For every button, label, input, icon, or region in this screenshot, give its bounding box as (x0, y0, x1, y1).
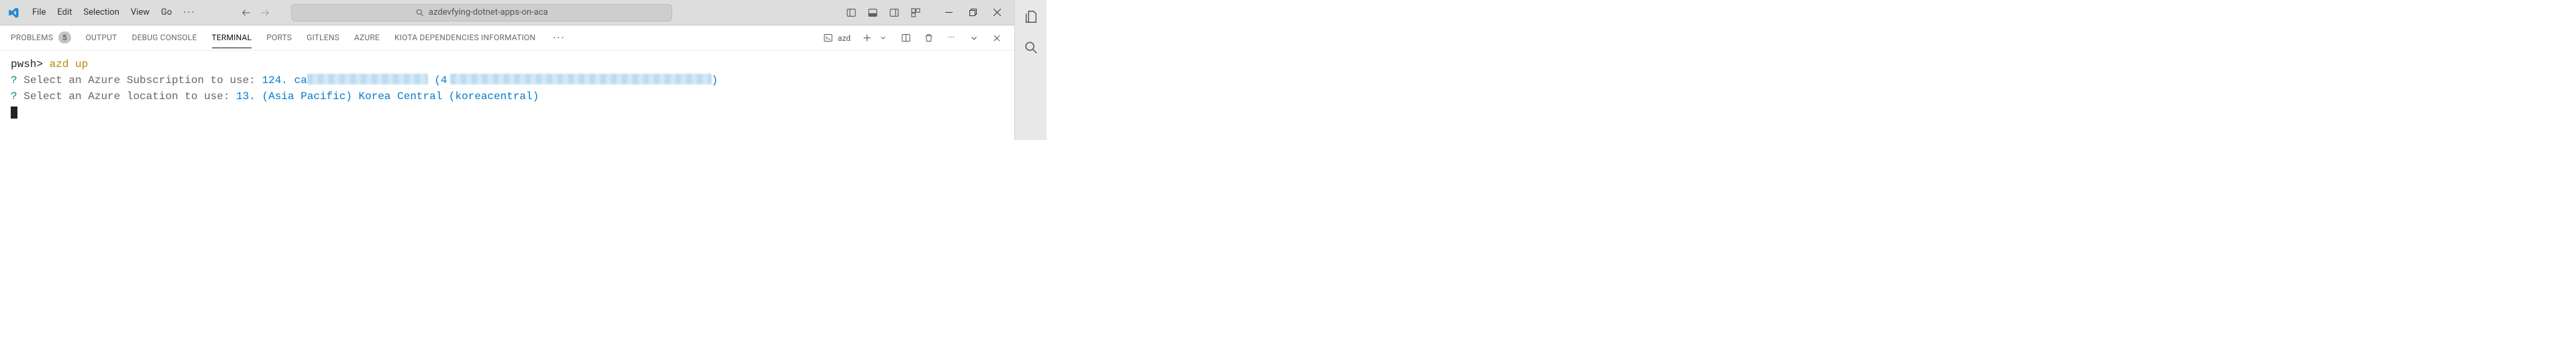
tab-terminal-label: TERMINAL (212, 33, 252, 42)
terminal-shell-selector[interactable]: azd (822, 31, 851, 45)
minimize-icon[interactable] (936, 3, 961, 23)
close-window-icon[interactable] (985, 3, 1009, 23)
location-answer: 13. (Asia Pacific) Korea Central (koreac… (236, 90, 539, 102)
nav-back-icon[interactable] (239, 5, 254, 20)
restore-icon[interactable] (961, 3, 985, 23)
terminal-command: azd up (50, 58, 89, 70)
tab-ports[interactable]: PORTS (266, 27, 292, 48)
tab-azure[interactable]: AZURE (354, 27, 380, 48)
new-terminal-button[interactable] (860, 31, 890, 45)
terminal-shell-label: azd (838, 33, 851, 43)
subscription-answer-prefix: 124. ca (262, 74, 307, 86)
tab-terminal[interactable]: TERMINAL (212, 27, 252, 48)
command-center[interactable]: azdevfying-dotnet-apps-on-aca (291, 4, 672, 21)
tab-problems-label: PROBLEMS (11, 33, 53, 42)
menu-file[interactable]: File (27, 5, 51, 20)
menu-go[interactable]: Go (156, 5, 177, 20)
subscription-id-open: (4 (434, 74, 447, 86)
tab-gitlens-label: GITLENS (307, 33, 339, 42)
tab-kiota-label: KIOTA DEPENDENCIES INFORMATION (394, 33, 535, 42)
menu-bar: File Edit Selection View Go ··· (27, 5, 201, 20)
panel-tabs: PROBLEMS 5 OUTPUT DEBUG CONSOLE TERMINAL… (0, 25, 1014, 51)
layout-panel-icon[interactable] (865, 5, 880, 20)
plus-icon (860, 31, 873, 45)
layout-sidebar-right-icon[interactable] (887, 5, 902, 20)
tab-azure-label: AZURE (354, 33, 380, 42)
search-icon (415, 8, 425, 17)
window-controls (936, 3, 1009, 23)
customize-layout-icon[interactable] (908, 5, 923, 20)
search-rail-icon[interactable] (1022, 39, 1040, 56)
tab-ports-label: PORTS (266, 33, 292, 42)
tab-problems[interactable]: PROBLEMS 5 (11, 26, 71, 50)
terminal-prompt: pwsh> (11, 58, 43, 70)
problems-badge: 5 (58, 31, 70, 44)
files-icon[interactable] (1022, 8, 1040, 25)
tab-debug-console[interactable]: DEBUG CONSOLE (132, 27, 197, 48)
chevron-down-icon (876, 31, 890, 45)
command-center-text: azdevfying-dotnet-apps-on-aca (429, 7, 548, 17)
nav-forward-icon[interactable] (258, 5, 272, 20)
prompt-marker-icon: ? (11, 74, 17, 86)
redacted-subscription-name (307, 74, 428, 84)
prompt-question-2: Select an Azure location to use: (23, 90, 229, 102)
terminal-icon (822, 31, 835, 45)
tab-kiota[interactable]: KIOTA DEPENDENCIES INFORMATION (394, 27, 535, 48)
prompt-question-1: Select an Azure Subscription to use: (23, 74, 256, 86)
subscription-id-close: ) (712, 74, 718, 86)
title-bar-right (844, 3, 1009, 23)
split-terminal-icon[interactable] (899, 31, 912, 45)
layout-sidebar-left-icon[interactable] (844, 5, 859, 20)
title-bar: File Edit Selection View Go ··· azdevfyi… (0, 0, 1014, 25)
tab-debug-console-label: DEBUG CONSOLE (132, 33, 197, 42)
terminal-actions: azd ··· (822, 31, 1004, 45)
more-actions-icon[interactable]: ··· (945, 31, 958, 45)
close-panel-icon[interactable] (990, 31, 1004, 45)
chevron-down-panel-icon[interactable] (967, 31, 981, 45)
menu-view[interactable]: View (125, 5, 155, 20)
trash-icon[interactable] (922, 31, 935, 45)
cursor-icon (11, 107, 17, 119)
vscode-logo-icon (7, 6, 20, 19)
menu-edit[interactable]: Edit (52, 5, 77, 20)
terminal-output[interactable]: pwsh> azd up ? Select an Azure Subscript… (0, 51, 1014, 140)
menu-overflow-icon[interactable]: ··· (178, 6, 201, 19)
menu-selection[interactable]: Selection (78, 5, 124, 20)
tab-output[interactable]: OUTPUT (86, 27, 117, 48)
prompt-marker-icon: ? (11, 90, 17, 102)
nav-arrows (239, 5, 272, 20)
panel-tab-overflow-icon[interactable]: ··· (550, 31, 568, 44)
redacted-subscription-id (450, 74, 712, 84)
secondary-activity-bar (1014, 0, 1046, 140)
tab-gitlens[interactable]: GITLENS (307, 27, 339, 48)
tab-output-label: OUTPUT (86, 33, 117, 42)
